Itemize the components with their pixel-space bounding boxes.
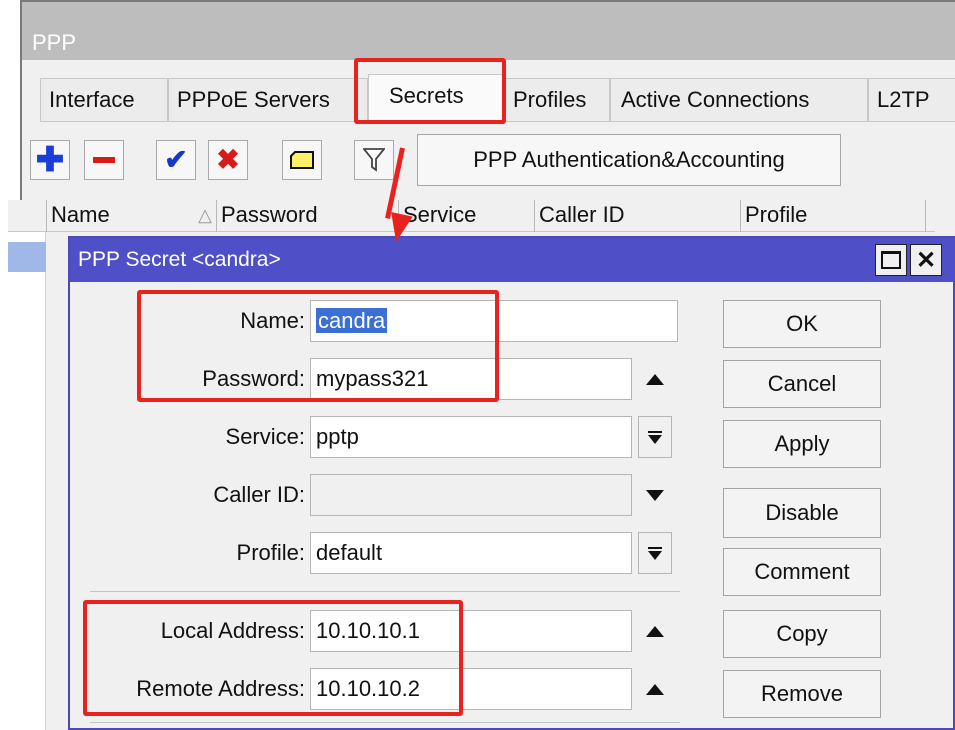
profile-label: Profile: (236, 540, 305, 565)
address-highlight (83, 600, 463, 716)
service-dropdown-button[interactable] (638, 416, 672, 458)
triangle-up-icon (646, 373, 664, 385)
remote-address-collapse-button[interactable] (642, 679, 668, 699)
disable-icon: ✖ (216, 144, 240, 175)
close-icon: ✕ (915, 246, 937, 274)
dialog-title: PPP Secret <candra> (78, 248, 281, 271)
secrets-list-header: Name △ Password Service Caller ID Profil… (8, 200, 935, 232)
toolbar: ✚ ✔ ✖ PPP Authentication&Accounting (22, 124, 955, 194)
add-button[interactable]: ✚ (30, 140, 70, 180)
remove-icon (93, 157, 115, 163)
enable-button[interactable]: ✔ (156, 140, 196, 180)
copy-button[interactable]: Copy (723, 610, 881, 658)
tab-pppoe-servers[interactable]: PPPoE Servers (168, 78, 368, 122)
window-title: PPP (32, 30, 77, 55)
dropdown-icon (648, 546, 662, 560)
selected-row[interactable] (8, 242, 46, 272)
maximize-button[interactable] (875, 244, 907, 276)
filter-icon (363, 148, 385, 172)
comment-button[interactable]: Comment (723, 548, 881, 596)
tab-interface[interactable]: Interface (40, 78, 168, 122)
enable-icon: ✔ (164, 144, 188, 175)
remove-button[interactable]: Remove (723, 670, 881, 718)
filter-button[interactable] (354, 140, 394, 180)
triangle-up-icon (646, 683, 664, 695)
sort-ascending-icon: △ (198, 205, 212, 225)
column-header-name[interactable]: Name △ (46, 200, 216, 232)
dropdown-icon (648, 430, 662, 444)
comment-icon (290, 151, 314, 169)
cancel-button[interactable]: Cancel (723, 360, 881, 408)
section-divider (90, 722, 680, 723)
remove-button[interactable] (84, 140, 124, 180)
column-name-label: Name (51, 202, 110, 227)
column-header-service[interactable]: Service (398, 200, 534, 232)
close-button[interactable]: ✕ (910, 244, 942, 276)
tab-profiles[interactable]: Profiles (504, 78, 610, 122)
comment-button[interactable] (282, 140, 322, 180)
profile-select[interactable]: default (310, 532, 632, 574)
profile-dropdown-button[interactable] (638, 532, 672, 574)
caller-id-label: Caller ID: (213, 482, 305, 507)
column-header-more[interactable] (925, 200, 935, 232)
tab-active-connections[interactable]: Active Connections (610, 78, 868, 122)
caller-id-expand-button[interactable] (642, 485, 668, 505)
password-collapse-button[interactable] (642, 369, 668, 389)
disable-button[interactable]: ✖ (208, 140, 248, 180)
ppp-authentication-accounting-button[interactable]: PPP Authentication&Accounting (417, 134, 841, 186)
service-select[interactable]: pptp (310, 416, 632, 458)
caller-id-input[interactable] (310, 474, 632, 516)
section-divider (90, 591, 680, 592)
maximize-icon (881, 251, 901, 269)
dialog-titlebar[interactable]: PPP Secret <candra> ✕ (70, 238, 955, 282)
ok-button[interactable]: OK (723, 300, 881, 348)
add-icon: ✚ (35, 141, 65, 179)
triangle-down-icon (646, 489, 664, 501)
secrets-tab-highlight (354, 58, 506, 124)
column-header-caller-id[interactable]: Caller ID (534, 200, 740, 232)
triangle-up-icon (646, 625, 664, 637)
service-label: Service: (225, 424, 305, 449)
column-header-profile[interactable]: Profile (740, 200, 925, 232)
ppp-window-titlebar[interactable]: PPP (22, 2, 955, 60)
local-address-collapse-button[interactable] (642, 621, 668, 641)
tab-l2tp[interactable]: L2TP (868, 78, 955, 122)
list-left-strip (8, 232, 46, 730)
name-password-highlight (137, 290, 499, 402)
column-header-password[interactable]: Password (216, 200, 398, 232)
apply-button[interactable]: Apply (723, 420, 881, 468)
disable-button[interactable]: Disable (723, 488, 881, 538)
